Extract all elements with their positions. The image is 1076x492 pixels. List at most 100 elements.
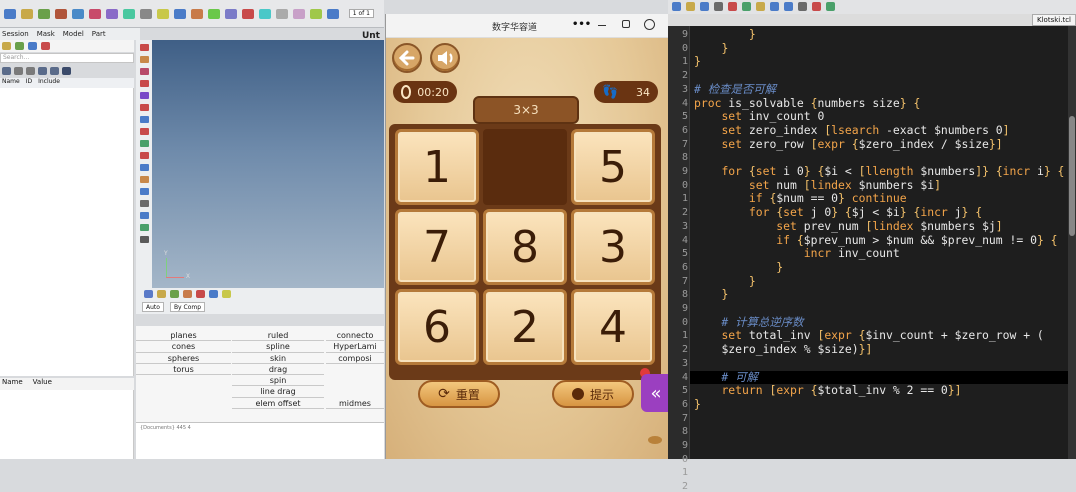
model-tree[interactable] — [0, 88, 134, 376]
geom-icon[interactable] — [259, 8, 271, 19]
auto-dropdown[interactable]: Auto — [142, 302, 164, 312]
entity-state-table[interactable] — [0, 390, 134, 459]
menu-session[interactable]: Session — [2, 30, 29, 38]
graphics-viewport[interactable]: Unt Y X — [152, 31, 384, 288]
quality-icon[interactable] — [139, 140, 149, 147]
point-icon[interactable] — [139, 44, 149, 51]
refresh-icon[interactable] — [327, 8, 339, 19]
show-icon[interactable] — [38, 66, 47, 75]
import-icon[interactable] — [55, 8, 67, 19]
select-icon[interactable] — [140, 8, 152, 19]
panel-composite[interactable]: composi — [326, 353, 384, 364]
reset-button[interactable]: ⟳ 重置 — [418, 380, 500, 408]
code-line[interactable]: set total_inv [expr {$inv_count + $zero_… — [694, 329, 1043, 343]
code-line[interactable]: if {$prev_num > $num && $prev_num != 0} … — [694, 233, 1057, 248]
editor-paste-icon[interactable] — [756, 2, 765, 11]
new-icon[interactable] — [4, 8, 16, 19]
rotate-icon[interactable] — [191, 8, 203, 19]
tab-klotski[interactable]: Klotski.tcl — [1032, 14, 1076, 26]
panel-cones[interactable]: cones — [136, 341, 231, 353]
editor-run-icon[interactable] — [826, 2, 835, 11]
more-icon[interactable]: ••• — [572, 19, 591, 30]
editor-save-icon[interactable] — [700, 2, 709, 11]
zoom-icon[interactable] — [157, 8, 169, 19]
minimize-icon[interactable] — [598, 25, 606, 26]
view-icon[interactable] — [123, 8, 135, 19]
side-menu-button[interactable]: « — [641, 374, 671, 412]
shading-icon[interactable] — [170, 290, 179, 298]
editor-scrollbar[interactable] — [1068, 26, 1076, 459]
by-comp-dropdown[interactable]: By Comp — [169, 302, 206, 312]
menu-mask[interactable]: Mask — [37, 30, 55, 38]
editor-print-icon[interactable] — [714, 2, 723, 11]
editor-copy-icon[interactable] — [742, 2, 751, 11]
redo-icon[interactable] — [106, 8, 118, 19]
code-line[interactable]: set num [lindex $numbers $i] — [694, 178, 941, 193]
panel-ruled[interactable]: ruled — [232, 330, 324, 342]
code-line[interactable]: # 检查是否可解 — [694, 82, 776, 97]
pan-icon[interactable] — [208, 8, 220, 19]
code-line[interactable]: set zero_row [expr {$zero_index / $size}… — [694, 137, 1002, 152]
folder-icon[interactable] — [2, 42, 11, 50]
surface-icon[interactable] — [139, 68, 149, 75]
panel-spline[interactable]: spline — [232, 341, 324, 353]
lock-icon[interactable] — [310, 8, 322, 19]
hint-button[interactable]: 提示 — [552, 380, 634, 408]
panel-elem-offset[interactable]: elem offset — [232, 398, 324, 410]
display-mode-icon[interactable] — [144, 290, 153, 298]
panel-hyperlaminate[interactable]: HyperLami — [326, 341, 384, 353]
col-id[interactable]: ID — [26, 78, 32, 88]
col-include[interactable]: Include — [38, 78, 60, 88]
tile-3[interactable]: 3 — [571, 209, 655, 285]
star-icon[interactable] — [222, 290, 231, 298]
panel-spin[interactable]: spin — [232, 375, 324, 387]
panel-line-drag[interactable]: line drag — [232, 386, 324, 398]
solid-icon[interactable] — [139, 80, 149, 87]
export-icon[interactable] — [72, 8, 84, 19]
wireframe-icon[interactable] — [183, 290, 192, 298]
filter-icon[interactable] — [2, 66, 11, 75]
code-line[interactable]: set prev_num [lindex $numbers $j] — [694, 219, 1002, 234]
editor-find-icon[interactable] — [798, 2, 807, 11]
code-line[interactable]: for {set i 0} {$i < [llength $numbers]} … — [694, 164, 1064, 179]
trim-icon[interactable] — [139, 104, 149, 111]
tile-1[interactable]: 1 — [395, 129, 479, 205]
code-line[interactable]: if {$num == 0} continue — [694, 192, 907, 206]
expand-icon[interactable] — [14, 66, 23, 75]
tools-icon[interactable] — [139, 200, 149, 207]
hide-icon[interactable] — [50, 66, 59, 75]
transparency-icon[interactable] — [209, 290, 218, 298]
code-line[interactable]: } — [694, 274, 756, 289]
menu-model[interactable]: Model — [63, 30, 84, 38]
code-line[interactable]: } — [694, 260, 783, 275]
restore-icon[interactable] — [622, 20, 630, 28]
code-line[interactable]: for {set j 0} {$j < $i} {incr j} { — [694, 205, 982, 220]
mesh2d-icon[interactable] — [139, 116, 149, 123]
browser-search-input[interactable]: Search... — [0, 53, 134, 63]
tile-8[interactable]: 8 — [483, 209, 567, 285]
code-line[interactable]: return [expr {$total_inv % 2 == 0}] — [694, 383, 961, 398]
panel-skin[interactable]: skin — [232, 353, 324, 364]
tile-5[interactable]: 5 — [571, 129, 655, 205]
code-line[interactable]: } — [694, 55, 701, 69]
bc-icon[interactable] — [139, 224, 149, 231]
editor-cut-icon[interactable] — [728, 2, 737, 11]
morph-icon[interactable] — [139, 164, 149, 171]
undo-icon[interactable] — [89, 8, 101, 19]
post-icon[interactable] — [139, 236, 149, 243]
editor-redo-icon[interactable] — [784, 2, 793, 11]
editor-new-icon[interactable] — [672, 2, 681, 11]
panel-midmesh[interactable]: midmes — [326, 398, 384, 410]
back-button[interactable] — [392, 43, 422, 73]
editor-open-icon[interactable] — [686, 2, 695, 11]
isolate-icon[interactable] — [62, 66, 71, 75]
shade-icon[interactable] — [225, 8, 237, 19]
editor-undo-icon[interactable] — [770, 2, 779, 11]
mesh-icon[interactable] — [242, 8, 254, 19]
collapse-icon[interactable] — [26, 66, 35, 75]
editor-record-icon[interactable] — [812, 2, 821, 11]
code-line[interactable]: $zero_index % $size)}] — [694, 342, 872, 357]
code-line[interactable]: } — [694, 397, 701, 412]
fit-icon[interactable] — [174, 8, 186, 19]
code-line[interactable]: incr inv_count — [694, 246, 900, 261]
